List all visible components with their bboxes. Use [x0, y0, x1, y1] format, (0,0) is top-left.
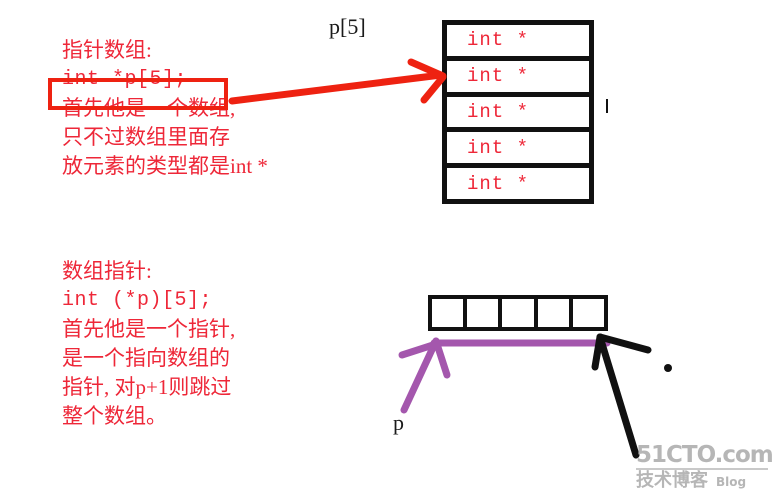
array-cell	[538, 299, 573, 327]
black-arrow-icon	[591, 333, 652, 459]
array-pointer-diagram	[428, 295, 608, 331]
tick-mark-icon	[606, 99, 608, 113]
note-heading: 数组指针:	[62, 259, 152, 283]
array-cell	[467, 299, 503, 327]
array-cell	[432, 299, 468, 327]
label-p-bracket-5: p[5]	[329, 14, 366, 39]
note-line-2: 是一个指向数组的	[62, 346, 230, 370]
diagram-canvas: 指针数组: int *p[5]; 首先他是一个数组, 只不过数组里面存 放元素的…	[0, 0, 777, 500]
array-cell	[573, 299, 604, 327]
array-cell: int *	[467, 172, 530, 195]
array-cell: int *	[447, 25, 589, 61]
note-array-pointer: 数组指针: int (*p)[5]; 首先他是一个指针, 是一个指向数组的 指针…	[62, 257, 235, 431]
label-p: p	[393, 410, 404, 435]
pointer-array-diagram: int * int * int * int * int *	[442, 20, 594, 204]
array-cell: int *	[447, 97, 589, 133]
note-line-4: 整个数组。	[62, 404, 167, 428]
note-declaration: int (*p)[5];	[62, 289, 213, 312]
watermark-blog: Blog	[716, 475, 747, 489]
purple-span-marker	[398, 337, 611, 414]
note-line-3: 放元素的类型都是int *	[62, 154, 268, 178]
array-cell	[502, 299, 538, 327]
note-line-2: 只不过数组里面存	[62, 125, 230, 149]
array-cell: int *	[447, 132, 589, 169]
array-cell: int *	[447, 61, 589, 97]
watermark: 51CTO.com 技术博客 Blog	[636, 442, 774, 495]
watermark-site: 51CTO.com	[636, 442, 774, 470]
declaration-highlight-box	[48, 78, 228, 110]
watermark-cn: 技术博客	[636, 470, 708, 491]
note-line-3: 指针, 对p+1则跳过	[62, 375, 232, 399]
ink-dot	[664, 364, 672, 372]
note-line-1: 首先他是一个指针,	[62, 317, 236, 341]
note-heading: 指针数组:	[62, 38, 152, 62]
